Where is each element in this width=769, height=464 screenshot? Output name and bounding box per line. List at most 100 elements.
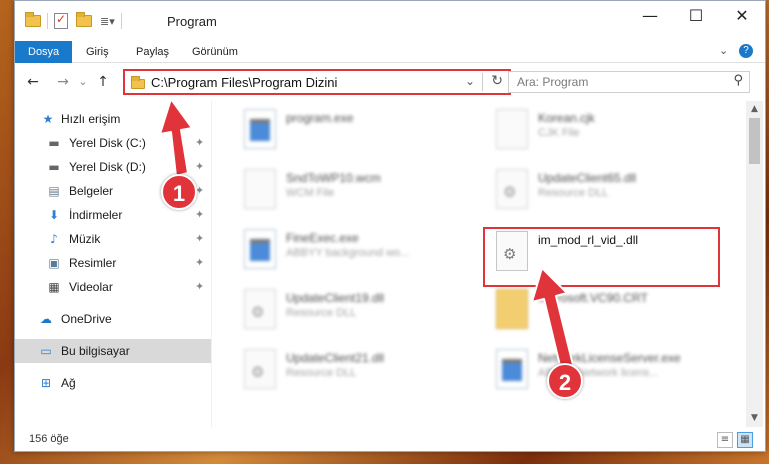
sidebar-item-local-disk-c[interactable]: ▬ Yerel Disk (C:) ✦ [15,131,211,155]
star-icon: ★ [42,112,54,126]
help-icon[interactable]: ? [739,44,753,58]
tiles-view-icon[interactable]: ▦ [737,432,753,448]
recent-locations-button[interactable]: ⌄ [73,71,93,93]
window-title: Program [167,14,217,29]
exe-file-icon [244,109,276,149]
file-type: CJK File [538,127,580,139]
dll-file-icon [244,349,276,389]
tab-file[interactable]: Dosya [15,41,73,63]
videos-icon: ▦ [48,280,60,294]
quick-access-toolbar: ≣▾ [25,12,128,29]
file-name: program.exe [286,111,354,125]
pin-icon[interactable]: ✦ [195,155,204,179]
file-type: WCM File [286,187,335,199]
tab-share[interactable]: Paylaş [123,41,182,63]
pin-icon[interactable]: ✦ [195,131,204,155]
highlight-box [483,227,720,287]
file-name: UpdateClient65.dll [538,171,637,185]
exe-file-icon [244,229,276,269]
list-item[interactable]: UpdateClient21.dll Resource DLL [232,345,482,405]
file-name: Microsoft.VC90.CRT [538,291,648,305]
scroll-down-icon[interactable]: ▼ [746,410,763,427]
sidebar-item-label: Bu bilgisayar [61,344,130,358]
vertical-scrollbar[interactable]: ▲ ▼ [746,101,763,427]
address-bar[interactable]: C:\Program Files\Program Dizini ⌄ ↻ [123,69,511,95]
list-item[interactable]: Microsoft.VC90.CRT [484,285,734,345]
list-item[interactable]: SndToWP10.wcm WCM File [232,165,482,225]
sidebar-item-quick-access[interactable]: ★ Hızlı erişim [15,107,211,131]
list-item[interactable]: Korean.cjk CJK File [484,105,734,165]
file-name: Korean.cjk [538,111,595,125]
folder-icon [25,12,41,27]
file-name: SndToWP10.wcm [286,171,381,185]
item-count: 156 öğe [29,433,69,445]
expand-ribbon-icon[interactable]: ⌄ [719,44,735,60]
minimize-button[interactable]: — [627,1,673,31]
tab-home[interactable]: Giriş [73,41,122,63]
divider [482,73,483,91]
file-type: Resource DLL [286,307,357,319]
pin-icon[interactable]: ✦ [195,251,204,275]
callout-badge-2: 2 [547,363,583,399]
pin-icon[interactable]: ✦ [195,275,204,299]
dll-file-icon [244,289,276,329]
file-name: UpdateClient21.dll [286,351,385,365]
properties-icon[interactable] [54,12,68,29]
sidebar-item-videos[interactable]: ▦ Videolar ✦ [15,275,211,299]
new-folder-icon[interactable] [76,12,92,27]
cloud-icon: ☁ [40,312,52,326]
callout-badge-1: 1 [161,174,197,210]
scrollbar-thumb[interactable] [749,118,760,164]
search-input[interactable]: Ara: Program ⚲ [508,71,750,93]
computer-icon: ▭ [40,344,52,358]
list-item[interactable]: program.exe [232,105,482,165]
sidebar-item-label: Yerel Disk (C:) [69,136,146,150]
list-item[interactable]: UpdateClient19.dll Resource DLL [232,285,482,345]
dll-file-icon [496,169,528,209]
sidebar-item-onedrive[interactable]: ☁ OneDrive [15,307,211,331]
search-icon[interactable]: ⚲ [733,73,743,88]
sidebar-item-label: Yerel Disk (D:) [69,160,146,174]
document-file-icon [496,109,528,149]
pin-icon[interactable]: ✦ [195,227,204,251]
navigation-bar: ← → ⌄ ↑ C:\Program Files\Program Dizini … [15,67,765,97]
sidebar-item-this-pc[interactable]: ▭ Bu bilgisayar [15,339,211,363]
list-item[interactable]: FineExec.exe ABBYY background wo... [232,225,482,285]
sidebar-item-pictures[interactable]: ▣ Resimler ✦ [15,251,211,275]
customize-toolbar-icon[interactable]: ≣▾ [100,15,115,28]
pin-icon[interactable]: ✦ [195,203,204,227]
music-icon: ♪ [50,232,58,246]
title-bar: ≣▾ Program — ☐ ✕ [15,1,765,39]
divider [120,13,122,29]
up-button[interactable]: ↑ [93,71,113,93]
details-view-icon[interactable]: ≡ [717,432,733,448]
sidebar-item-music[interactable]: ♪ Müzik ✦ [15,227,211,251]
file-type: ABBYY background wo... [286,247,410,259]
tab-view[interactable]: Görünüm [179,41,251,63]
file-name: FineExec.exe [286,231,359,245]
sidebar-item-label: OneDrive [61,312,112,326]
sidebar-item-label: Videolar [69,280,113,294]
documents-icon: ▤ [48,184,60,198]
list-item[interactable]: NetworkLicenseServer.exe ABBYY Network l… [484,345,734,405]
maximize-button[interactable]: ☐ [673,1,719,31]
document-file-icon [244,169,276,209]
status-bar: 156 öğe ≡ ▦ [15,429,765,451]
sidebar-item-network[interactable]: ⊞ Ağ [15,371,211,395]
file-name: UpdateClient19.dll [286,291,385,305]
refresh-icon[interactable]: ↻ [491,73,503,89]
list-item[interactable]: UpdateClient65.dll Resource DLL [484,165,734,225]
sidebar-item-label: İndirmeler [69,208,123,222]
address-path[interactable]: C:\Program Files\Program Dizini [151,75,337,90]
drive-icon: ▬ [48,136,60,150]
back-button[interactable]: ← [23,71,43,93]
scroll-up-icon[interactable]: ▲ [746,101,763,118]
explorer-window: ≣▾ Program — ☐ ✕ Dosya Giriş Paylaş Görü… [14,0,766,452]
chevron-down-icon[interactable]: ⌄ [465,74,475,88]
forward-button[interactable]: → [53,71,73,93]
file-type: Resource DLL [286,367,357,379]
sidebar-item-label: Müzik [69,232,101,246]
sidebar-item-label: Hızlı erişim [61,112,121,126]
sidebar-item-label: Belgeler [69,184,114,198]
close-button[interactable]: ✕ [719,1,765,31]
